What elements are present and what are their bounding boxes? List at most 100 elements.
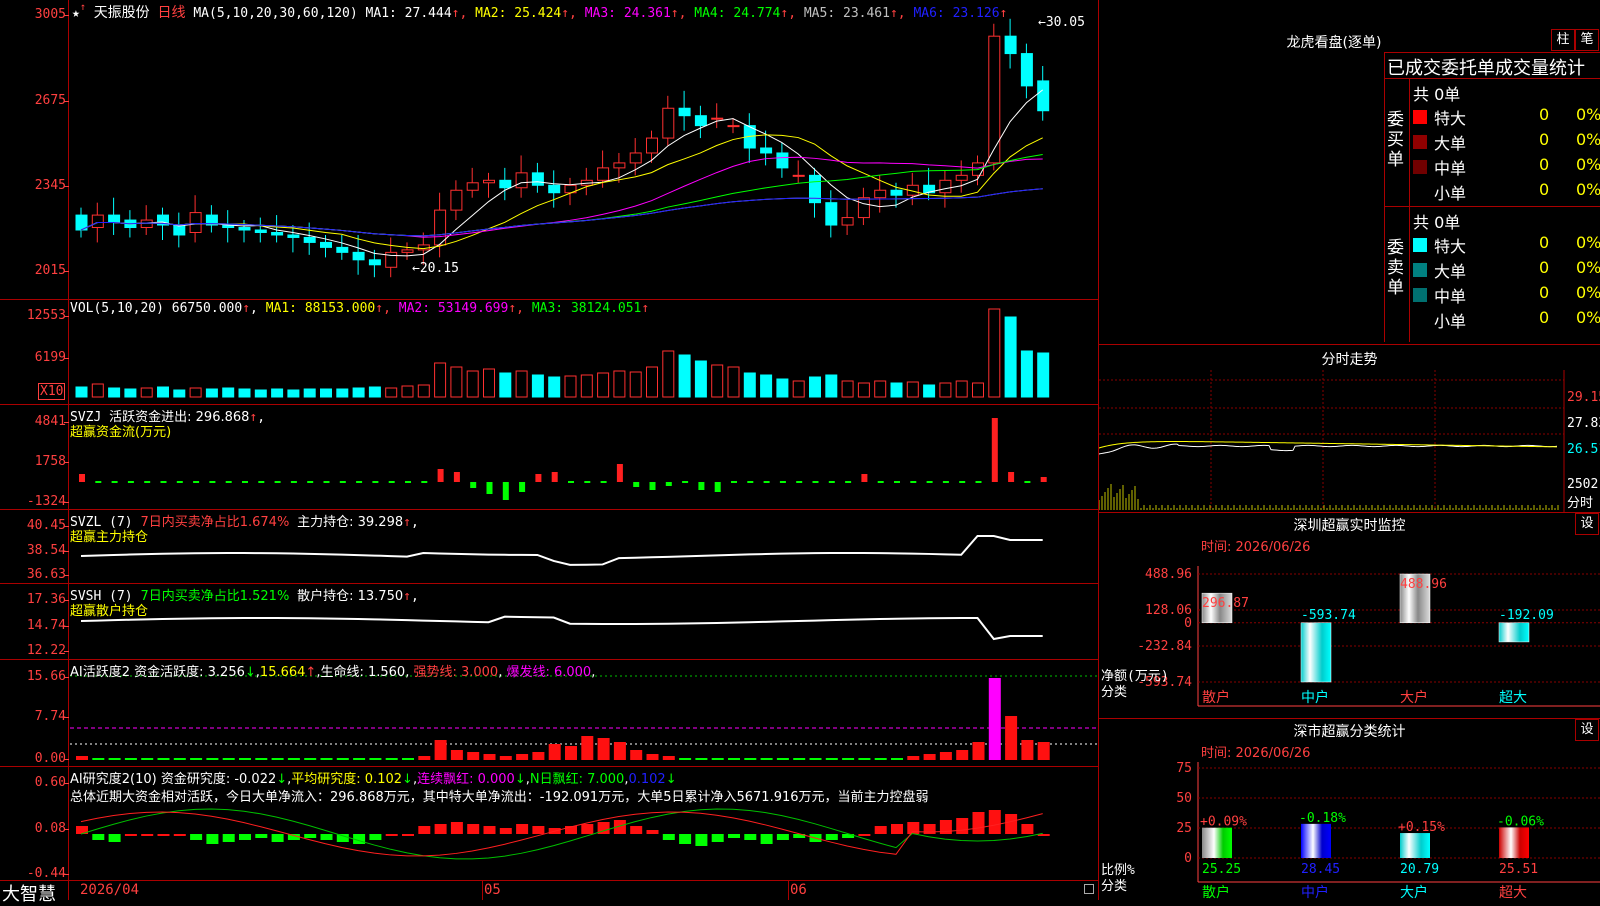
legend-swatch: [1413, 135, 1427, 149]
research-bar: [402, 834, 414, 836]
date-axis-month: 06: [790, 882, 807, 898]
order-count: 0: [1539, 308, 1550, 327]
y-tick-label: 0: [1184, 851, 1192, 866]
y-tick-mark: [64, 874, 69, 875]
order-count: 0: [1539, 283, 1550, 302]
research-bar: [988, 810, 1001, 834]
volume-bar: [857, 382, 870, 398]
research-bar: [972, 812, 985, 834]
volume-bar: [1020, 350, 1033, 398]
y-tick-mark: [64, 759, 69, 760]
stat-ratio-chart[interactable]: 75 50 25 0 +0.09% 25.25 散户 -0.18% 28.45 中户 +0.15% 2…: [1099, 758, 1600, 900]
axis-title: 分类: [1101, 879, 1127, 894]
intraday-chart[interactable]: [1099, 370, 1600, 512]
flow-bar: [942, 481, 949, 483]
y-tick-label: 38.54: [26, 543, 66, 558]
flow-bar: [535, 474, 542, 482]
sz-time: 时间: 2026/06/26: [1201, 540, 1311, 555]
kline-chart[interactable]: ←30.05 ←20.15: [0, 0, 1098, 900]
settings-button[interactable]: 设: [1575, 719, 1599, 741]
volume-bar: [580, 374, 593, 398]
legend-swatch: [1413, 110, 1427, 124]
settings-button[interactable]: 设: [1575, 513, 1599, 535]
research-bar: [695, 834, 708, 846]
research-bar: [956, 818, 969, 834]
category-label: 中户: [1301, 689, 1329, 706]
order-type-label: 中单: [1434, 159, 1467, 178]
flow-bar: [845, 481, 852, 483]
candle-body: [988, 35, 1001, 164]
research-bar: [891, 824, 903, 834]
chart-area[interactable]: ★↑ 天振股份 日线 MA(5,10,20,30,60,120) MA1: 27…: [0, 0, 1099, 905]
activity-bar: [891, 758, 903, 760]
flow-bar: [779, 481, 786, 483]
bar-mode-button[interactable]: 柱: [1551, 29, 1575, 51]
y-tick-label: -0.44: [26, 866, 66, 881]
volume-bar: [678, 354, 691, 398]
svzl-value: 主力持仓: 39.298: [297, 515, 404, 530]
flow-bar: [959, 481, 966, 483]
vol-title: VOL(5,10,20): [70, 301, 164, 316]
volume-bar: [1004, 316, 1017, 398]
volume-bar: [75, 386, 88, 398]
order-pct: 0%: [1576, 105, 1600, 124]
volume-bar: [157, 386, 169, 398]
date-axis-start: 2026/04: [80, 882, 140, 898]
research-bar: [1005, 814, 1018, 834]
volume-bar: [743, 372, 756, 398]
volume-bar: [222, 387, 235, 398]
activity-bar: [336, 758, 349, 760]
vol-unit-badge[interactable]: X10: [38, 383, 66, 400]
candle-body: [597, 167, 610, 181]
sz-net-chart[interactable]: 488.96128.060-232.84-593.74296.87散户-593.…: [1099, 556, 1600, 716]
research-bar: [581, 824, 594, 834]
activity-bar: [483, 754, 496, 760]
y-tick-mark: [64, 551, 69, 552]
candle-body: [238, 227, 251, 231]
flow-bar: [600, 481, 607, 483]
candle-body: [434, 209, 447, 246]
activity-bar: [499, 756, 512, 760]
volume-bar: [792, 380, 805, 398]
volume-bar: [923, 384, 936, 398]
y-tick-label: 36.63: [26, 567, 66, 582]
candle-body: [531, 172, 544, 186]
flow-bar: [111, 481, 118, 483]
activity-bar: [760, 758, 773, 760]
flow-bar: [894, 481, 900, 483]
axis-title: 比例%: [1101, 863, 1135, 878]
research-bar: [222, 834, 235, 842]
tick-mode-button[interactable]: 笔: [1575, 29, 1599, 51]
bar-value-label: 296.87: [1202, 596, 1249, 611]
research-bar: [776, 834, 789, 840]
y-tick-label: 1758: [34, 454, 66, 469]
intraday-tick: 27.83: [1567, 416, 1600, 431]
flow-bar: [160, 481, 167, 483]
ma-legend-item: MA2: 53149.699: [398, 301, 509, 316]
flow-bar: [1008, 472, 1015, 482]
y-tick-label: -232.84: [1137, 639, 1192, 654]
ai-active-b: 15.664: [259, 665, 306, 680]
y-tick-label: 6199: [34, 350, 66, 365]
research-bar: [141, 834, 154, 836]
research-bar: [923, 824, 936, 834]
volume-bar: [874, 380, 887, 398]
ai-research-summary: 总体近期大资金相对活跃，今日大单净流入：296.868万元，其中特大单净流出：-…: [70, 790, 929, 805]
lock-icon[interactable]: [1084, 884, 1094, 894]
research-bar: [630, 826, 643, 834]
sell-side-label: 委卖单: [1387, 238, 1404, 298]
activity-bar: [630, 750, 643, 760]
lhb-tabs[interactable]: 已成交委托单成交量统计: [1387, 54, 1585, 80]
divider: [1384, 206, 1600, 207]
candle-body: [466, 182, 479, 191]
y-tick-label: 12553: [26, 308, 66, 323]
activity-bar: [776, 758, 789, 760]
flow-bar: [633, 482, 640, 487]
activity-bar: [206, 758, 219, 760]
activity-bar: [516, 754, 529, 760]
ratio-value-label: 25.51: [1499, 862, 1538, 877]
activity-bar: [141, 758, 154, 760]
research-bar: [385, 834, 398, 836]
change-label: -0.18%: [1299, 811, 1346, 826]
research-bar: [467, 824, 480, 834]
